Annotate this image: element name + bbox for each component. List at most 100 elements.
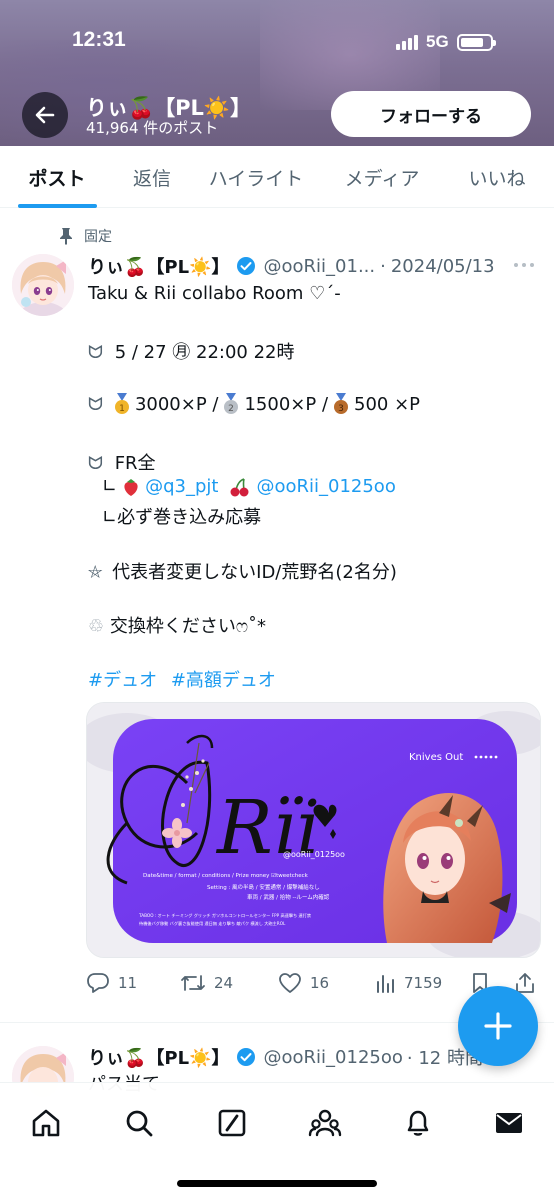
tweet-header: りぃ🍒【PL☀️】 @ooRii_0125oo · 12 時間 — [88, 1044, 518, 1070]
author-name[interactable]: りぃ🍒【PL☀️】 — [88, 253, 230, 279]
heart-icon — [279, 973, 301, 993]
author-handle[interactable]: @ooRii_0125oo — [264, 1047, 403, 1068]
communities-icon — [308, 1109, 342, 1137]
search-icon — [126, 1110, 153, 1137]
mention-prefix: ∟ — [102, 476, 118, 497]
svg-text:1: 1 — [119, 404, 125, 414]
profile-tabs: ポスト 返信 ハイライト メディア いいね — [0, 146, 554, 208]
pentagram-icon: ⛤ — [88, 562, 103, 583]
home-indicator[interactable] — [177, 1180, 377, 1187]
post-count: 41,964 件のポスト — [86, 119, 219, 137]
battery-icon — [456, 33, 496, 51]
svg-text:3: 3 — [338, 404, 344, 414]
knives-out-text: Knives Out — [409, 752, 463, 763]
reply-button[interactable]: 11 — [86, 968, 137, 998]
nav-home[interactable] — [26, 1103, 66, 1143]
nav-communities[interactable] — [305, 1103, 345, 1143]
status-time: 12:31 — [72, 28, 126, 51]
network-type: 5G — [426, 32, 449, 51]
views-button[interactable]: 7159 — [374, 968, 442, 998]
media-handle-text: @ooRii_0125oo — [283, 850, 345, 859]
tweet-exchange-line: ♲ 交換枠くださいෆ˚* — [88, 612, 266, 638]
notice-text: 代表者変更しないID/荒野名(2名分) — [112, 562, 397, 583]
nav-messages[interactable] — [489, 1103, 529, 1143]
mention-q3-pjt[interactable]: @q3_pjt — [145, 476, 218, 497]
tab-media[interactable]: メディア — [330, 146, 434, 208]
profile-banner: 12:31 5G りぃ🍒【PL☀️】 41,964 件のポスト フォローする — [0, 0, 554, 146]
separator-dot: · — [380, 255, 386, 277]
tweet-media-image[interactable]: Rïi Knives Out @ooRii_0125oo Date&time /… — [86, 702, 541, 958]
author-avatar[interactable] — [12, 254, 74, 316]
media-info-line: TABOO : オート チーミング グリッチ ガソホルコントロールセンター FP… — [138, 912, 311, 919]
tab-likes[interactable]: いいね — [452, 146, 542, 208]
profile-screen: 12:31 5G りぃ🍒【PL☀️】 41,964 件のポスト フォローする ポ… — [0, 0, 554, 1200]
verified-badge-icon — [236, 1048, 255, 1066]
tweet-fr-line: ᗢ FR全 — [88, 449, 156, 475]
tweet-notice-line: ⛤ 代表者変更しないID/荒野名(2名分) — [88, 558, 397, 584]
date-line-text: 5 / 27 ㊊ 22:00 22時 — [114, 342, 295, 363]
pinned-label: 固定 — [84, 229, 112, 245]
avatar-image — [12, 254, 74, 316]
tweet-prize-line: ᗢ 1 3000×P / 2 1500×P / 3 500 ×P — [88, 393, 420, 415]
hashtag-duo[interactable]: #デュオ — [88, 670, 157, 691]
tweet-date[interactable]: 2024/05/13 — [391, 256, 495, 277]
view-count: 7159 — [404, 974, 443, 992]
prize-third: 500 ×P — [354, 393, 421, 415]
cherry-icon — [230, 477, 249, 496]
back-arrow-icon — [35, 106, 55, 124]
fr-label: FR全 — [114, 453, 156, 474]
home-icon — [32, 1109, 60, 1137]
bronze-medal-icon: 3 — [334, 393, 349, 414]
repost-icon — [181, 975, 205, 991]
status-indicators: 5G — [396, 30, 496, 54]
flower-bullet-icon: ᗢ — [88, 453, 103, 474]
flower-bullet-icon: ᗢ — [88, 393, 103, 415]
cellular-signal-icon — [396, 34, 418, 50]
grok-icon — [218, 1109, 246, 1137]
notifications-icon — [407, 1110, 429, 1136]
hashtag-high-duo[interactable]: #高額デュオ — [171, 670, 276, 691]
author-handle[interactable]: @ooRii_01... — [264, 256, 376, 277]
tweet-date-line: ᗢ 5 / 27 ㊊ 22:00 22時 — [88, 338, 295, 364]
compose-button[interactable] — [458, 986, 538, 1066]
strawberry-icon — [124, 478, 138, 496]
reply-icon — [87, 973, 109, 993]
tweet-hashtags: #デュオ #高額デュオ — [88, 666, 276, 692]
plus-icon — [484, 1012, 512, 1040]
like-count: 16 — [310, 974, 330, 992]
tweet-title: Taku & Rii collabo Room ♡´- — [88, 283, 341, 304]
exchange-text: 交換枠くださいෆ˚* — [109, 616, 267, 637]
media-info-line: Date&time / format / conditions / Prize … — [143, 872, 309, 879]
prize-first: 3000×P / — [134, 393, 219, 415]
nav-search[interactable] — [119, 1103, 159, 1143]
tab-highlights[interactable]: ハイライト — [200, 146, 312, 208]
nav-grok[interactable] — [212, 1103, 252, 1143]
room-banner-graphic: Rïi Knives Out @ooRii_0125oo Date&time /… — [87, 703, 540, 957]
verified-badge-icon — [236, 257, 255, 275]
pin-icon — [60, 228, 72, 245]
messages-icon — [496, 1113, 522, 1133]
tweet-mentions-line: ∟ @q3_pjt @ooRii_0125oo — [102, 476, 396, 497]
flower-bullet-icon: ᗢ — [88, 342, 103, 363]
like-button[interactable]: 16 — [278, 968, 329, 998]
author-name[interactable]: りぃ🍒【PL☀️】 — [88, 1044, 230, 1070]
tweet-header: りぃ🍒【PL☀️】 @ooRii_01... · 2024/05/13 — [88, 253, 508, 279]
tab-posts[interactable]: ポスト — [8, 146, 106, 208]
media-info-line: 待機後バグ移動 バグ裏さ抜能使用 遠日無 走り撃ち 敵パク 横流し 大砲主ROL — [139, 920, 286, 927]
tab-replies[interactable]: 返信 — [114, 146, 190, 208]
repost-note: ∟必ず巻き込み応募 — [102, 507, 262, 528]
pinned-indicator: 固定 — [58, 226, 112, 246]
views-chart-icon — [377, 975, 394, 993]
media-info-line: Setting : 風の半島 / 安置通常 / 爆撃補給なし — [207, 883, 320, 891]
repost-count: 24 — [214, 974, 234, 992]
repost-button[interactable]: 24 — [180, 968, 233, 998]
reply-count: 11 — [118, 974, 138, 992]
more-options-icon[interactable] — [514, 258, 542, 272]
silver-medal-icon: 2 — [224, 393, 239, 414]
active-tab-indicator — [18, 204, 97, 208]
back-button[interactable] — [22, 92, 68, 138]
mention-oorii[interactable]: @ooRii_0125oo — [256, 476, 395, 497]
follow-button[interactable]: フォローする — [331, 91, 531, 137]
media-info-line: 車両 / 武器 / 拾物 --ルーム内確認 — [247, 893, 330, 901]
nav-notifications[interactable] — [398, 1103, 438, 1143]
